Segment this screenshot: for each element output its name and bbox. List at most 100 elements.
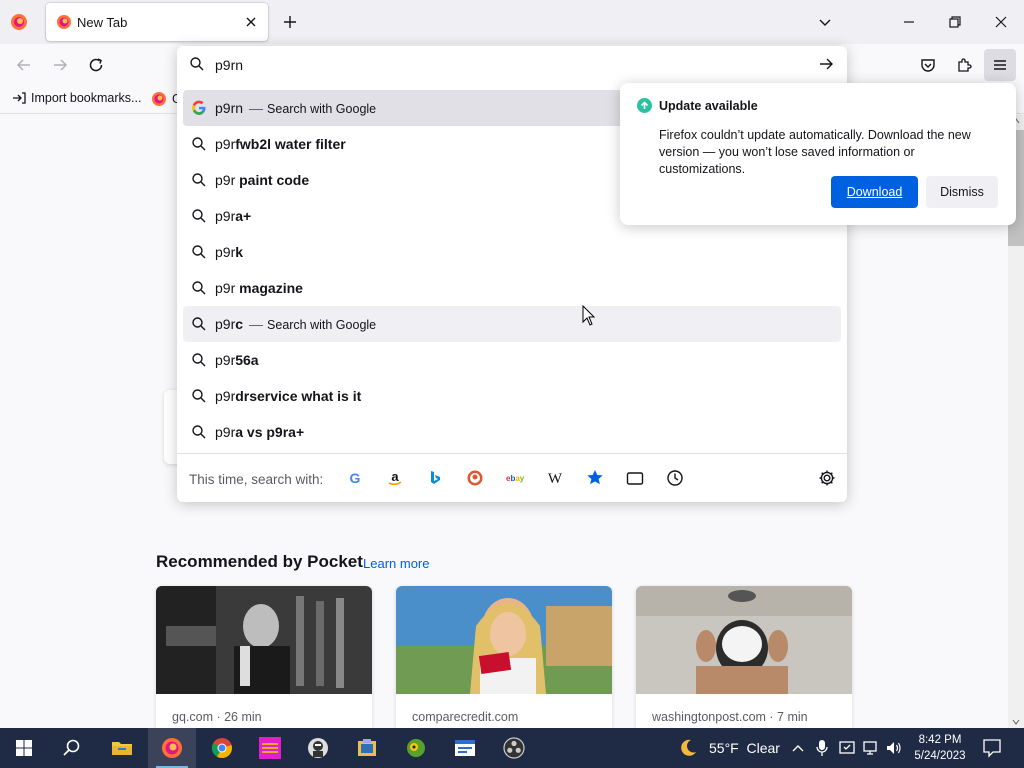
result-suggestion-text: k	[235, 244, 244, 260]
scroll-down-icon[interactable]	[1012, 718, 1020, 726]
result-suggestion-text: fwb2l water filter	[235, 136, 346, 152]
ebay-icon[interactable]: ebay	[505, 468, 525, 488]
update-arrow-icon	[637, 98, 652, 113]
result-typed-text: p9r	[215, 388, 236, 404]
go-arrow-icon[interactable]	[817, 55, 835, 73]
result-action: Search with Google	[267, 318, 377, 332]
google-icon[interactable]: G	[345, 468, 365, 488]
pocket-card-source: comparecredit.com	[412, 710, 519, 724]
taskbar-chrome[interactable]	[198, 728, 246, 768]
pocket-card-source: gq.com · 26 min	[172, 710, 262, 724]
taskbar-search-button[interactable]	[48, 728, 96, 768]
taskbar-app-window[interactable]	[441, 728, 489, 768]
result-row[interactable]: p9rc — Search with Google	[183, 306, 841, 342]
forward-arrow-icon[interactable]	[48, 53, 72, 77]
import-bookmarks-label: Import bookmarks...	[31, 91, 142, 105]
taskbar-app-avatar[interactable]	[294, 728, 342, 768]
urlbar-input[interactable]: p9rn	[177, 46, 847, 84]
hamburger-menu-icon	[994, 60, 1006, 70]
restore-icon[interactable]	[943, 10, 967, 34]
pocket-icon[interactable]	[916, 53, 940, 77]
search-settings-gear-icon[interactable]	[817, 468, 837, 488]
import-bookmarks-button[interactable]: Import bookmarks...	[12, 91, 141, 105]
search-icon	[192, 389, 206, 403]
system-clock[interactable]: 8:42 PM 5/24/2023	[908, 732, 972, 764]
tabs-icon[interactable]	[625, 468, 645, 488]
security-shield-icon[interactable]	[838, 739, 856, 757]
pocket-heading: Recommended by Pocket	[156, 552, 363, 571]
svg-text:ebay: ebay	[506, 474, 525, 483]
search-icon	[192, 137, 206, 151]
volume-icon[interactable]	[885, 739, 903, 757]
app-chameleon-icon	[407, 739, 425, 757]
taskbar-firefox[interactable]	[148, 728, 196, 768]
firefox-favicon-icon	[57, 15, 71, 29]
clock-time: 8:42 PM	[918, 734, 962, 746]
dismiss-button[interactable]: Dismiss	[926, 176, 998, 208]
pocket-card[interactable]: comparecredit.com	[396, 586, 612, 728]
reload-icon[interactable]	[84, 53, 108, 77]
result-suggestion-text: drservice what is it	[235, 388, 362, 404]
microphone-icon[interactable]	[815, 739, 829, 757]
result-suggestion-text: a vs p9ra+	[235, 424, 305, 440]
back-arrow-icon[interactable]	[12, 53, 36, 77]
result-separator: —	[249, 100, 264, 116]
network-icon[interactable]	[862, 739, 880, 757]
notifications-icon[interactable]	[981, 737, 1003, 759]
result-typed-text: p9r	[215, 244, 236, 260]
one-off-label: This time, search with:	[189, 472, 324, 487]
show-hidden-icons-chevron-icon[interactable]	[790, 741, 806, 755]
history-clock-icon[interactable]	[665, 468, 685, 488]
mouse-pointer-icon	[582, 305, 596, 326]
search-icon	[192, 245, 206, 259]
taskbar-app-chameleon[interactable]	[392, 728, 440, 768]
story-photo	[636, 586, 852, 694]
download-button[interactable]: Download	[831, 176, 918, 208]
result-row[interactable]: p9r56a	[183, 342, 841, 378]
result-row[interactable]: p9rk	[183, 234, 841, 270]
weather-moon-icon[interactable]	[677, 737, 699, 759]
new-tab-plus-icon[interactable]	[280, 12, 300, 32]
pocket-card[interactable]: gq.com · 26 min	[156, 586, 372, 728]
list-all-tabs-chevron-icon[interactable]	[815, 12, 835, 32]
bookmarks-star-icon[interactable]	[585, 468, 605, 488]
svg-text:W: W	[548, 471, 563, 487]
taskbar-app-pink[interactable]	[246, 728, 294, 768]
google-icon	[192, 100, 206, 115]
result-suggestion-text: magazine	[235, 280, 303, 296]
app-menu-button[interactable]	[984, 49, 1016, 81]
chrome-icon	[211, 738, 232, 759]
minimize-icon[interactable]	[897, 10, 921, 34]
story-photo	[396, 586, 612, 694]
amazon-icon[interactable]: a	[385, 468, 405, 488]
search-icon	[192, 209, 206, 223]
result-row[interactable]: p9rdrservice what is it	[183, 378, 841, 414]
pocket-learn-more-link[interactable]: Learn more	[363, 556, 429, 571]
app-avatar-icon	[308, 738, 328, 758]
pocket-card[interactable]: washingtonpost.com · 7 min	[636, 586, 852, 728]
import-icon	[13, 92, 26, 104]
close-window-icon[interactable]	[989, 10, 1013, 34]
taskbar-app-files[interactable]	[343, 728, 391, 768]
taskbar-obs[interactable]	[490, 728, 538, 768]
search-icon	[63, 739, 80, 756]
update-message: Firefox couldn’t update automatically. D…	[659, 128, 971, 176]
result-row[interactable]: p9ra vs p9ra+	[183, 414, 841, 450]
taskbar-file-explorer[interactable]	[98, 728, 146, 768]
close-tab-icon[interactable]	[242, 13, 260, 31]
result-typed-text: p9r	[215, 172, 236, 188]
bing-icon[interactable]	[425, 468, 445, 488]
tab-new-tab[interactable]: New Tab	[46, 3, 268, 41]
result-row[interactable]: p9r magazine	[183, 270, 841, 306]
result-suggestion-text: a+	[235, 208, 252, 224]
app-files-icon	[358, 739, 376, 756]
extensions-puzzle-icon[interactable]	[952, 53, 976, 77]
start-button[interactable]	[0, 728, 48, 768]
urlbar-text[interactable]: p9rn	[215, 57, 243, 73]
svg-text:G: G	[350, 470, 361, 486]
weather-text[interactable]: 55°F Clear	[709, 740, 780, 756]
duckduckgo-icon[interactable]	[465, 468, 485, 488]
firefox-view-icon[interactable]	[8, 11, 30, 33]
wikipedia-icon[interactable]: W	[545, 468, 565, 488]
firefox-favicon-icon	[152, 92, 166, 106]
